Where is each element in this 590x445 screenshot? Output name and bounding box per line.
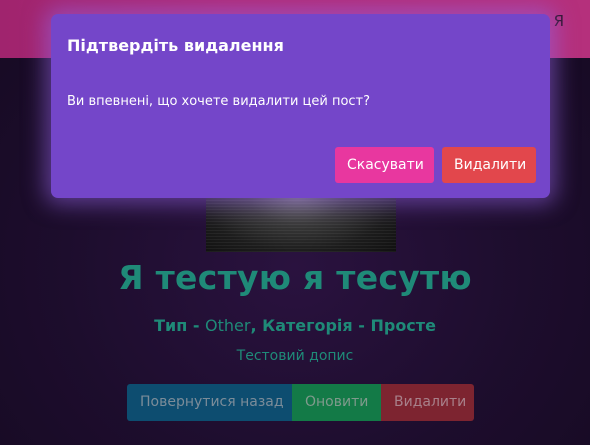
post-type-value: Other	[205, 316, 251, 335]
dialog-message: Ви впевнені, що хочете видалити цей пост…	[67, 94, 371, 109]
delete-post-button[interactable]: Видалити	[381, 384, 474, 421]
update-button[interactable]: Оновити	[292, 384, 381, 421]
post-category-value: Просте	[370, 316, 436, 335]
post-meta: Тип - Other, Категорія - Просте	[0, 316, 590, 335]
dialog-title: Підтвердіть видалення	[67, 36, 284, 55]
navbar-link[interactable]: Я	[554, 12, 564, 30]
cancel-button[interactable]: Скасувати	[335, 147, 434, 183]
post-title: Я тестую я тесутю	[118, 258, 472, 297]
confirm-delete-button[interactable]: Видалити	[442, 147, 536, 183]
post-actions: Повернутися назад Оновити Видалити	[127, 384, 474, 421]
delete-confirm-dialog: Підтвердіть видалення Ви впевнені, що хо…	[51, 14, 550, 198]
post-meta-separator: ,	[250, 316, 263, 335]
post-category-label: Категорія -	[262, 316, 371, 335]
post-description: Тестовий допис	[236, 348, 354, 364]
back-button[interactable]: Повернутися назад	[127, 384, 292, 421]
post-image	[206, 190, 396, 252]
post-type-label: Тип -	[154, 316, 206, 335]
